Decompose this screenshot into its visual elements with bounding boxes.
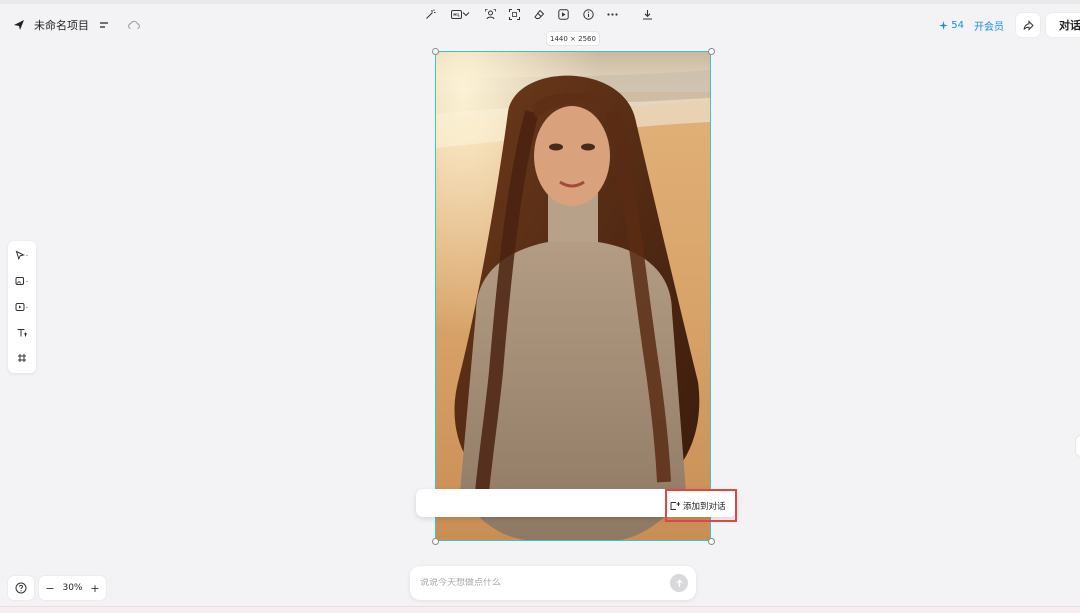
vip-link[interactable]: 开会员 <box>974 18 1004 33</box>
help-button[interactable] <box>8 576 34 600</box>
cursor-icon <box>15 250 28 260</box>
person-frame-icon <box>484 8 496 19</box>
credits-badge[interactable]: 54 <box>939 20 964 31</box>
resize-handle-bottom-left[interactable] <box>432 538 439 545</box>
video-generate-button[interactable] <box>556 6 570 22</box>
magic-wand-icon <box>425 8 435 19</box>
chevron-down-icon <box>462 12 469 17</box>
select-tool[interactable] <box>8 245 36 265</box>
eraser-icon <box>533 9 544 19</box>
frame-icon <box>18 354 26 362</box>
sparkle-icon <box>939 20 949 30</box>
menu-icon[interactable] <box>97 18 111 32</box>
zoom-out-button[interactable]: − <box>44 582 56 595</box>
text-tool[interactable] <box>8 323 36 343</box>
play-square-icon <box>557 8 569 20</box>
info-button[interactable] <box>581 6 595 22</box>
add-to-chat-label: 添加到对话 <box>683 501 726 512</box>
resize-handle-top-left[interactable] <box>432 48 439 55</box>
expand-button[interactable] <box>507 6 521 22</box>
frame-tool[interactable] <box>8 348 36 368</box>
arrow-up-icon <box>675 578 683 587</box>
more-icon <box>606 12 618 16</box>
eraser-button[interactable] <box>532 6 546 22</box>
project-header: 未命名项目 <box>12 16 141 34</box>
header-actions: 54 开会员 对话 <box>939 13 1080 37</box>
prompt-bar <box>410 566 696 600</box>
more-button[interactable] <box>605 6 619 22</box>
credits-count: 54 <box>951 19 964 31</box>
text-icon <box>17 329 27 337</box>
chat-button-label: 对话 <box>1059 19 1080 32</box>
chat-button[interactable]: 对话 <box>1046 13 1080 37</box>
zoom-control: − 30% + <box>39 576 106 600</box>
resize-handle-top-right[interactable] <box>708 48 715 55</box>
portrait-cutout-button[interactable] <box>483 6 497 22</box>
image-tool[interactable] <box>8 271 36 291</box>
top-border <box>0 0 1080 4</box>
send-button[interactable] <box>670 574 688 592</box>
hd-dropdown-button[interactable] <box>448 6 472 22</box>
help-icon <box>15 582 27 594</box>
project-title[interactable]: 未命名项目 <box>34 17 89 33</box>
resize-handle-bottom-right[interactable] <box>708 538 715 545</box>
selection-frame <box>435 51 711 541</box>
info-icon <box>582 8 594 20</box>
download-icon <box>642 9 652 20</box>
video-add-icon <box>15 303 28 311</box>
bottom-border <box>0 606 1080 613</box>
prompt-input[interactable] <box>420 578 670 588</box>
expand-icon <box>508 8 520 20</box>
zoom-level[interactable]: 30% <box>62 583 82 593</box>
side-panel-toggle[interactable] <box>1076 436 1080 456</box>
share-button[interactable] <box>1016 13 1040 37</box>
video-tool[interactable] <box>8 297 36 317</box>
share-icon <box>1023 19 1034 31</box>
hd-icon <box>450 9 462 19</box>
zoom-in-button[interactable]: + <box>89 582 101 595</box>
image-size-badge: 1440 × 2560 <box>547 32 599 45</box>
download-button[interactable] <box>640 6 654 22</box>
chat-add-icon <box>670 501 680 510</box>
add-to-chat-button[interactable]: 添加到对话 <box>665 489 737 522</box>
image-add-icon <box>15 277 28 285</box>
left-toolbar <box>8 241 36 373</box>
magic-edit-button[interactable] <box>423 6 437 22</box>
logo-icon[interactable] <box>12 18 26 32</box>
cloud-sync-icon <box>127 18 141 32</box>
